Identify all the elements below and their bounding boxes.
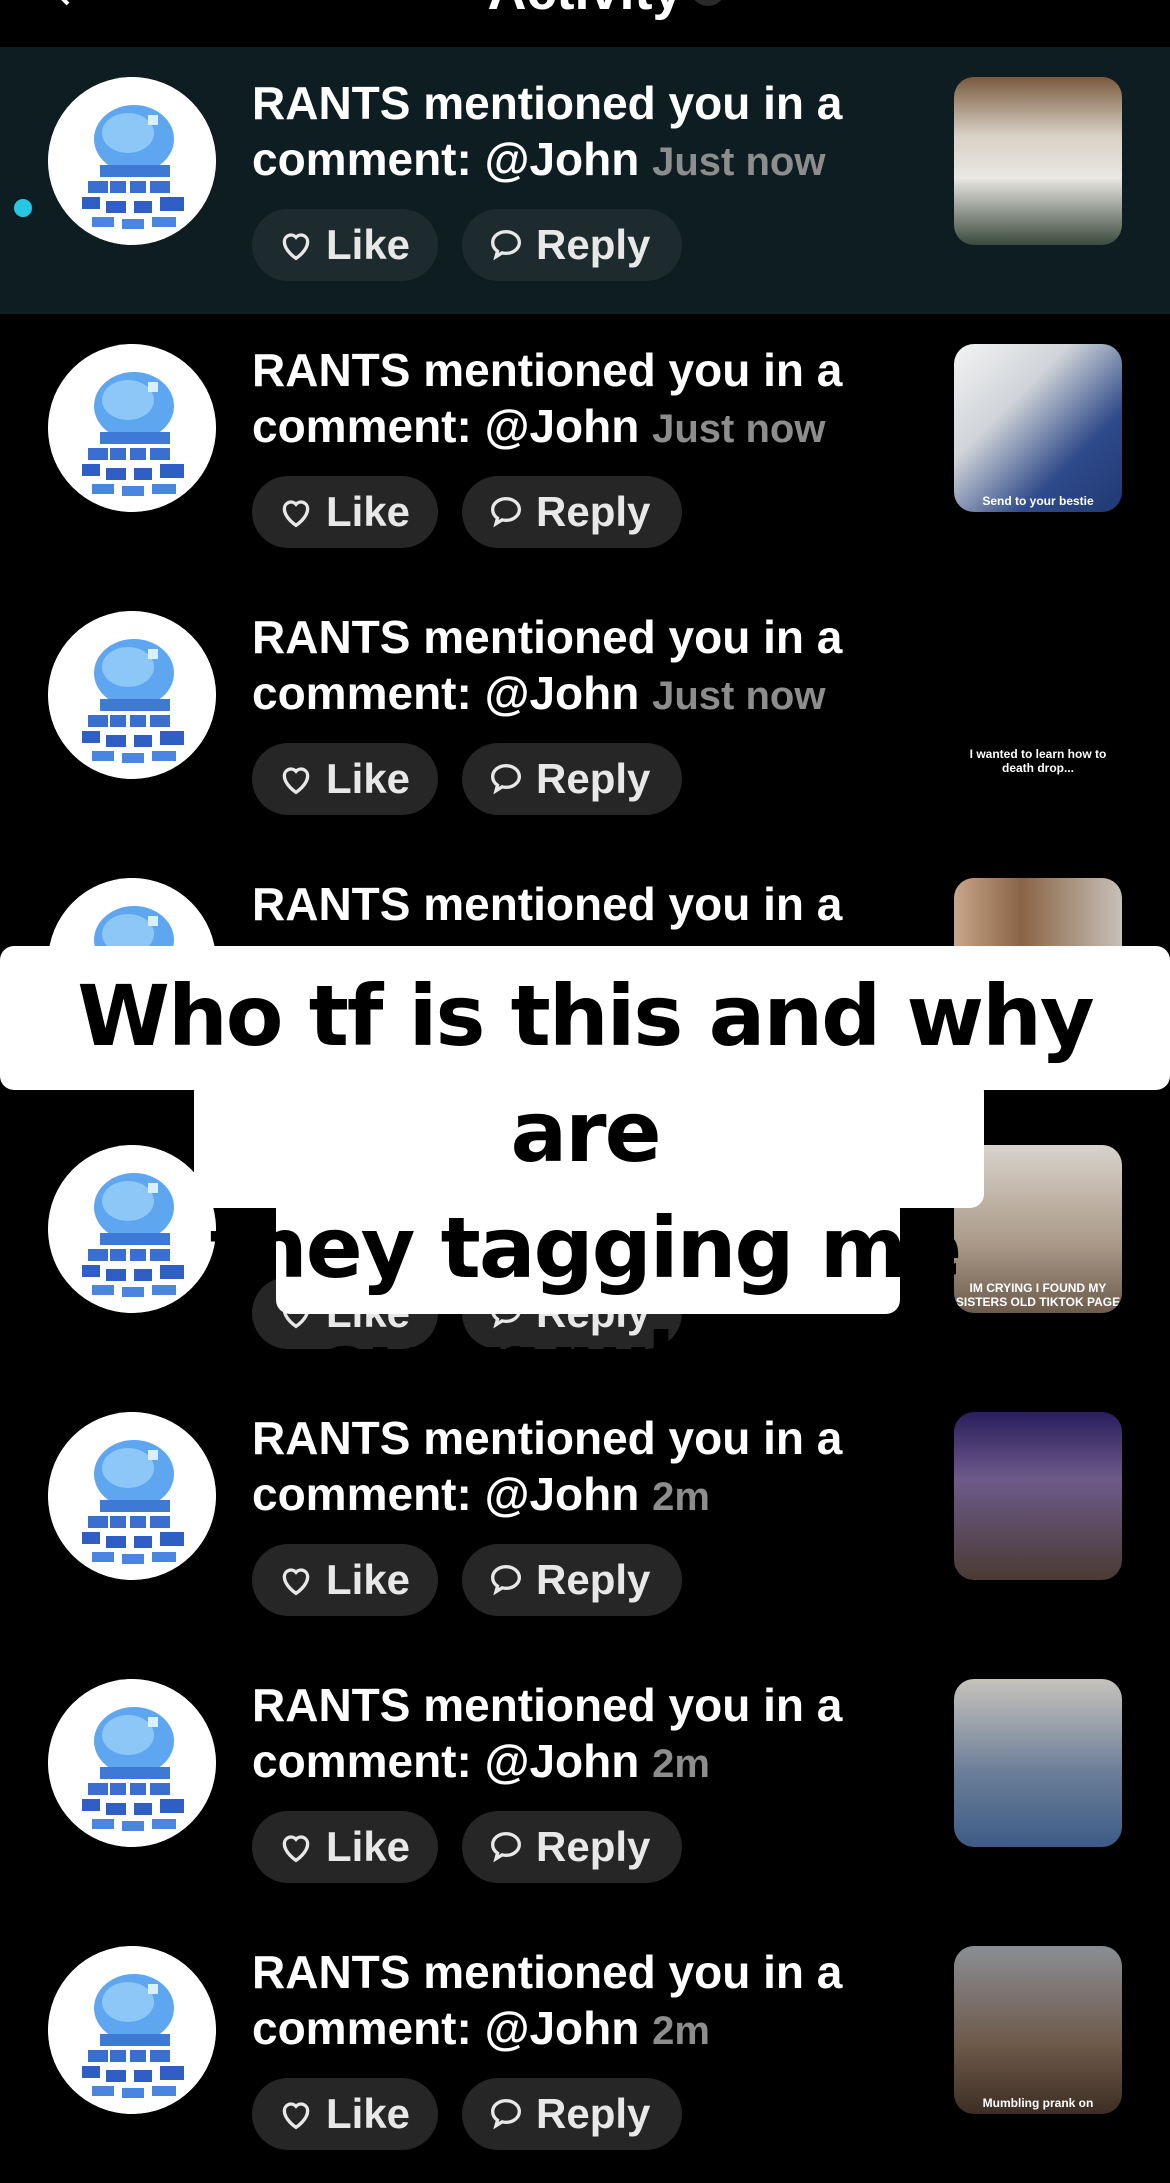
video-thumbnail[interactable]: I wanted to learn how to death drop... [954,611,1122,779]
thumbnail-caption: Send to your bestie [982,494,1094,508]
like-button[interactable]: Like [252,1811,438,1883]
notification-message: RANTS mentioned you in a comment: @John [252,1679,843,1787]
notification-time: 2m [652,2009,710,2053]
like-label: Like [326,1823,411,1870]
caption-overlay: Who tf is this and why are they tagging … [0,958,1170,1422]
notification-row[interactable]: RANTS mentioned you in a comment: @John … [0,1916,1170,2183]
speech-bubble-outline-icon [490,1831,522,1863]
notification-text: RANTS mentioned you in a comment: @John … [252,1410,912,1525]
notification-row[interactable]: RANTS mentioned you in a comment: @John … [0,1382,1170,1649]
notification-text: RANTS mentioned you in a comment: @John … [252,609,912,724]
avatar[interactable] [48,611,216,779]
heart-outline-icon [282,500,310,528]
speech-bubble-outline-icon [490,496,522,528]
avatar[interactable] [48,344,216,512]
speech-bubble-outline-icon [490,763,522,795]
caption-line-3: everywhere [316,1315,856,1413]
reply-button[interactable]: Reply [462,1544,682,1616]
like-label: Like [326,221,411,268]
jellyfish-avatar-icon [48,344,216,512]
reply-label: Reply [536,755,651,802]
speech-bubble-outline-icon [490,2098,522,2130]
unread-indicator [14,199,32,217]
heart-outline-icon [282,767,310,795]
thumbnail-caption: I wanted to learn how to death drop... [969,747,1107,775]
like-button[interactable]: Like [252,476,438,548]
avatar[interactable] [48,1679,216,1847]
notification-text: RANTS mentioned you in a comment: @John … [252,342,912,457]
avatar[interactable] [48,77,216,245]
notification-row[interactable]: RANTS mentioned you in a comment: @John … [0,314,1170,581]
reply-button[interactable]: Reply [462,476,682,548]
reply-button[interactable]: Reply [462,209,682,281]
reply-button[interactable]: Reply [462,743,682,815]
video-thumbnail[interactable]: Send to your bestie [954,344,1122,512]
thumbnail-caption: Mumbling prank on [982,2096,1094,2110]
like-button[interactable]: Like [252,743,438,815]
reply-button[interactable]: Reply [462,1811,682,1883]
notification-time: Just now [652,407,826,451]
like-label: Like [326,1556,411,1603]
video-thumbnail[interactable] [954,77,1122,245]
notification-row[interactable]: RANTS mentioned you in a comment: @John … [0,1649,1170,1916]
notification-row[interactable]: RANTS mentioned you in a comment: @John … [0,581,1170,848]
heart-outline-icon [282,1835,310,1863]
notification-message: RANTS mentioned you in a comment: @John [252,1412,843,1520]
reply-label: Reply [536,221,651,268]
notification-row[interactable]: RANTS mentioned you in a comment: @John … [0,47,1170,314]
reply-label: Reply [536,2090,651,2137]
notification-text: RANTS mentioned you in a comment: @John … [252,75,912,190]
notification-time: 2m [652,1475,710,1519]
jellyfish-avatar-icon [48,1946,216,2114]
jellyfish-avatar-icon [48,1412,216,1580]
video-thumbnail[interactable]: Mumbling prank on [954,1946,1122,2114]
notification-time: Just now [652,674,826,718]
jellyfish-avatar-icon [48,77,216,245]
avatar[interactable] [48,1412,216,1580]
notification-message: RANTS mentioned you in a comment: @John [252,1946,843,2054]
notification-text: RANTS mentioned you in a comment: @John … [252,1944,912,2059]
speech-bubble-outline-icon [490,1564,522,1596]
notification-text: RANTS mentioned you in a [252,876,912,935]
like-button[interactable]: Like [252,2078,438,2150]
notification-message: RANTS mentioned you in a [252,878,843,930]
notification-time: 2m [652,1742,710,1786]
video-thumbnail[interactable] [954,1412,1122,1580]
heart-outline-icon [282,1568,310,1596]
reply-button[interactable]: Reply [462,2078,682,2150]
avatar[interactable] [48,1946,216,2114]
video-thumbnail[interactable] [954,1679,1122,1847]
heart-outline-icon [282,233,310,261]
reply-label: Reply [536,488,651,535]
like-label: Like [326,755,411,802]
reply-label: Reply [536,1823,651,1870]
heart-outline-icon [282,2102,310,2130]
like-button[interactable]: Like [252,209,438,281]
like-label: Like [326,2090,411,2137]
jellyfish-avatar-icon [48,611,216,779]
reply-label: Reply [536,1556,651,1603]
like-button[interactable]: Like [252,1544,438,1616]
notification-time: Just now [652,140,826,184]
like-label: Like [326,488,411,535]
caption-line-2: they tagging me [209,1199,963,1297]
notification-text: RANTS mentioned you in a comment: @John … [252,1677,912,1792]
caption-line-1: Who tf is this and why are [77,967,1094,1181]
jellyfish-avatar-icon [48,1679,216,1847]
speech-bubble-outline-icon [490,229,522,261]
header: Activity [0,0,1170,47]
page-title: Activity [0,0,1170,22]
